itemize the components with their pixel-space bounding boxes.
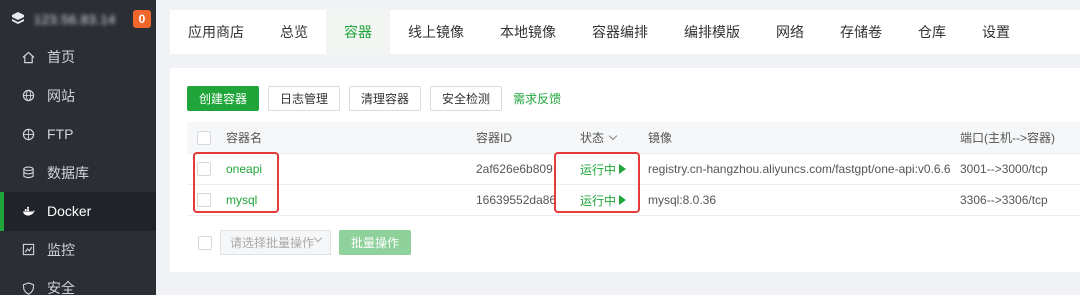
- footer-select-all-checkbox[interactable]: [198, 235, 212, 250]
- server-logo-icon: [12, 12, 24, 24]
- tab-overview[interactable]: 总览: [262, 10, 326, 54]
- feedback-link[interactable]: 需求反馈: [513, 90, 561, 107]
- ftp-globe-icon: [22, 128, 35, 141]
- tab-local-images[interactable]: 本地镜像: [482, 10, 574, 54]
- tab-registry[interactable]: 仓库: [900, 10, 964, 54]
- home-icon: [22, 51, 35, 64]
- sidebar-item-ftp[interactable]: FTP: [0, 115, 156, 154]
- sidebar: 123.56.83.14 0 首页 网站 FTP 数据库 Docker 监控 安…: [0, 0, 156, 295]
- batch-action-select[interactable]: 请选择批量操作: [220, 230, 331, 255]
- select-all-checkbox[interactable]: [197, 130, 211, 145]
- docker-icon: [22, 205, 35, 218]
- globe-icon: [22, 89, 35, 102]
- server-hostname: 123.56.83.14: [34, 11, 116, 27]
- sidebar-menu: 首页 网站 FTP 数据库 Docker 监控 安全: [0, 38, 156, 295]
- column-header-image: 镜像: [648, 131, 673, 145]
- container-image: registry.cn-hangzhou.aliyuncs.com/fastgp…: [648, 162, 951, 176]
- sidebar-header: 123.56.83.14 0: [0, 0, 156, 38]
- container-port: 3001-->3000/tcp: [960, 162, 1048, 176]
- containers-panel: 创建容器 日志管理 清理容器 安全检测 需求反馈 容器名 容器ID 状态 镜像 …: [170, 68, 1080, 272]
- sidebar-item-label: FTP: [47, 126, 74, 143]
- table-header-row: 容器名 容器ID 状态 镜像 端口(主机-->容器): [187, 122, 1080, 154]
- batch-footer: 请选择批量操作 批量操作: [198, 230, 412, 255]
- column-header-port: 端口(主机-->容器): [960, 131, 1055, 145]
- sidebar-item-label: 安全: [47, 280, 75, 295]
- tab-volumes[interactable]: 存储卷: [822, 10, 900, 54]
- sidebar-item-label: 网站: [47, 87, 75, 104]
- tab-app-store[interactable]: 应用商店: [170, 10, 262, 54]
- batch-action-button[interactable]: 批量操作: [339, 230, 412, 255]
- sidebar-item-database[interactable]: 数据库: [0, 154, 156, 193]
- notification-badge[interactable]: 0: [133, 10, 151, 28]
- tab-network[interactable]: 网络: [758, 10, 822, 54]
- create-container-button[interactable]: 创建容器: [187, 86, 260, 111]
- sidebar-item-label: Docker: [47, 203, 92, 220]
- sidebar-item-docker[interactable]: Docker: [0, 192, 156, 231]
- toolbar: 创建容器 日志管理 清理容器 安全检测 需求反馈: [187, 86, 561, 111]
- docker-tabs: 应用商店 总览 容器 线上镜像 本地镜像 容器编排 编排模版 网络 存储卷 仓库…: [170, 10, 1080, 54]
- column-header-status-label: 状态: [580, 131, 605, 145]
- tab-online-images[interactable]: 线上镜像: [390, 10, 482, 54]
- highlight-box-status: [554, 152, 640, 213]
- chevron-down-icon: [608, 131, 618, 140]
- highlight-box-names: [193, 152, 279, 213]
- sidebar-item-website[interactable]: 网站: [0, 77, 156, 116]
- sidebar-item-home[interactable]: 首页: [0, 38, 156, 77]
- container-id: 2af626e6b809: [476, 162, 553, 176]
- sidebar-item-label: 数据库: [47, 164, 89, 181]
- container-port: 3306-->3306/tcp: [960, 193, 1048, 207]
- batch-select-placeholder: 请选择批量操作: [230, 236, 315, 250]
- sidebar-item-label: 首页: [47, 49, 75, 66]
- tab-compose[interactable]: 容器编排: [574, 10, 666, 54]
- sidebar-item-monitor[interactable]: 监控: [0, 231, 156, 270]
- column-header-name: 容器名: [226, 131, 263, 145]
- shield-icon: [22, 282, 35, 295]
- sidebar-item-label: 监控: [47, 241, 75, 258]
- monitor-icon: [22, 243, 35, 256]
- tab-settings[interactable]: 设置: [964, 10, 1028, 54]
- clean-containers-button[interactable]: 清理容器: [349, 86, 422, 111]
- database-icon: [22, 166, 35, 179]
- chevron-down-icon: [313, 233, 323, 243]
- tab-compose-templates[interactable]: 编排模版: [666, 10, 758, 54]
- sidebar-item-security[interactable]: 安全: [0, 269, 156, 295]
- column-header-id: 容器ID: [476, 131, 513, 145]
- log-management-button[interactable]: 日志管理: [268, 86, 341, 111]
- tab-containers[interactable]: 容器: [326, 10, 390, 54]
- container-image: mysql:8.0.36: [648, 193, 717, 207]
- column-header-status[interactable]: 状态: [580, 122, 618, 153]
- container-id: 16639552da86: [476, 193, 557, 207]
- security-check-button[interactable]: 安全检测: [430, 86, 503, 111]
